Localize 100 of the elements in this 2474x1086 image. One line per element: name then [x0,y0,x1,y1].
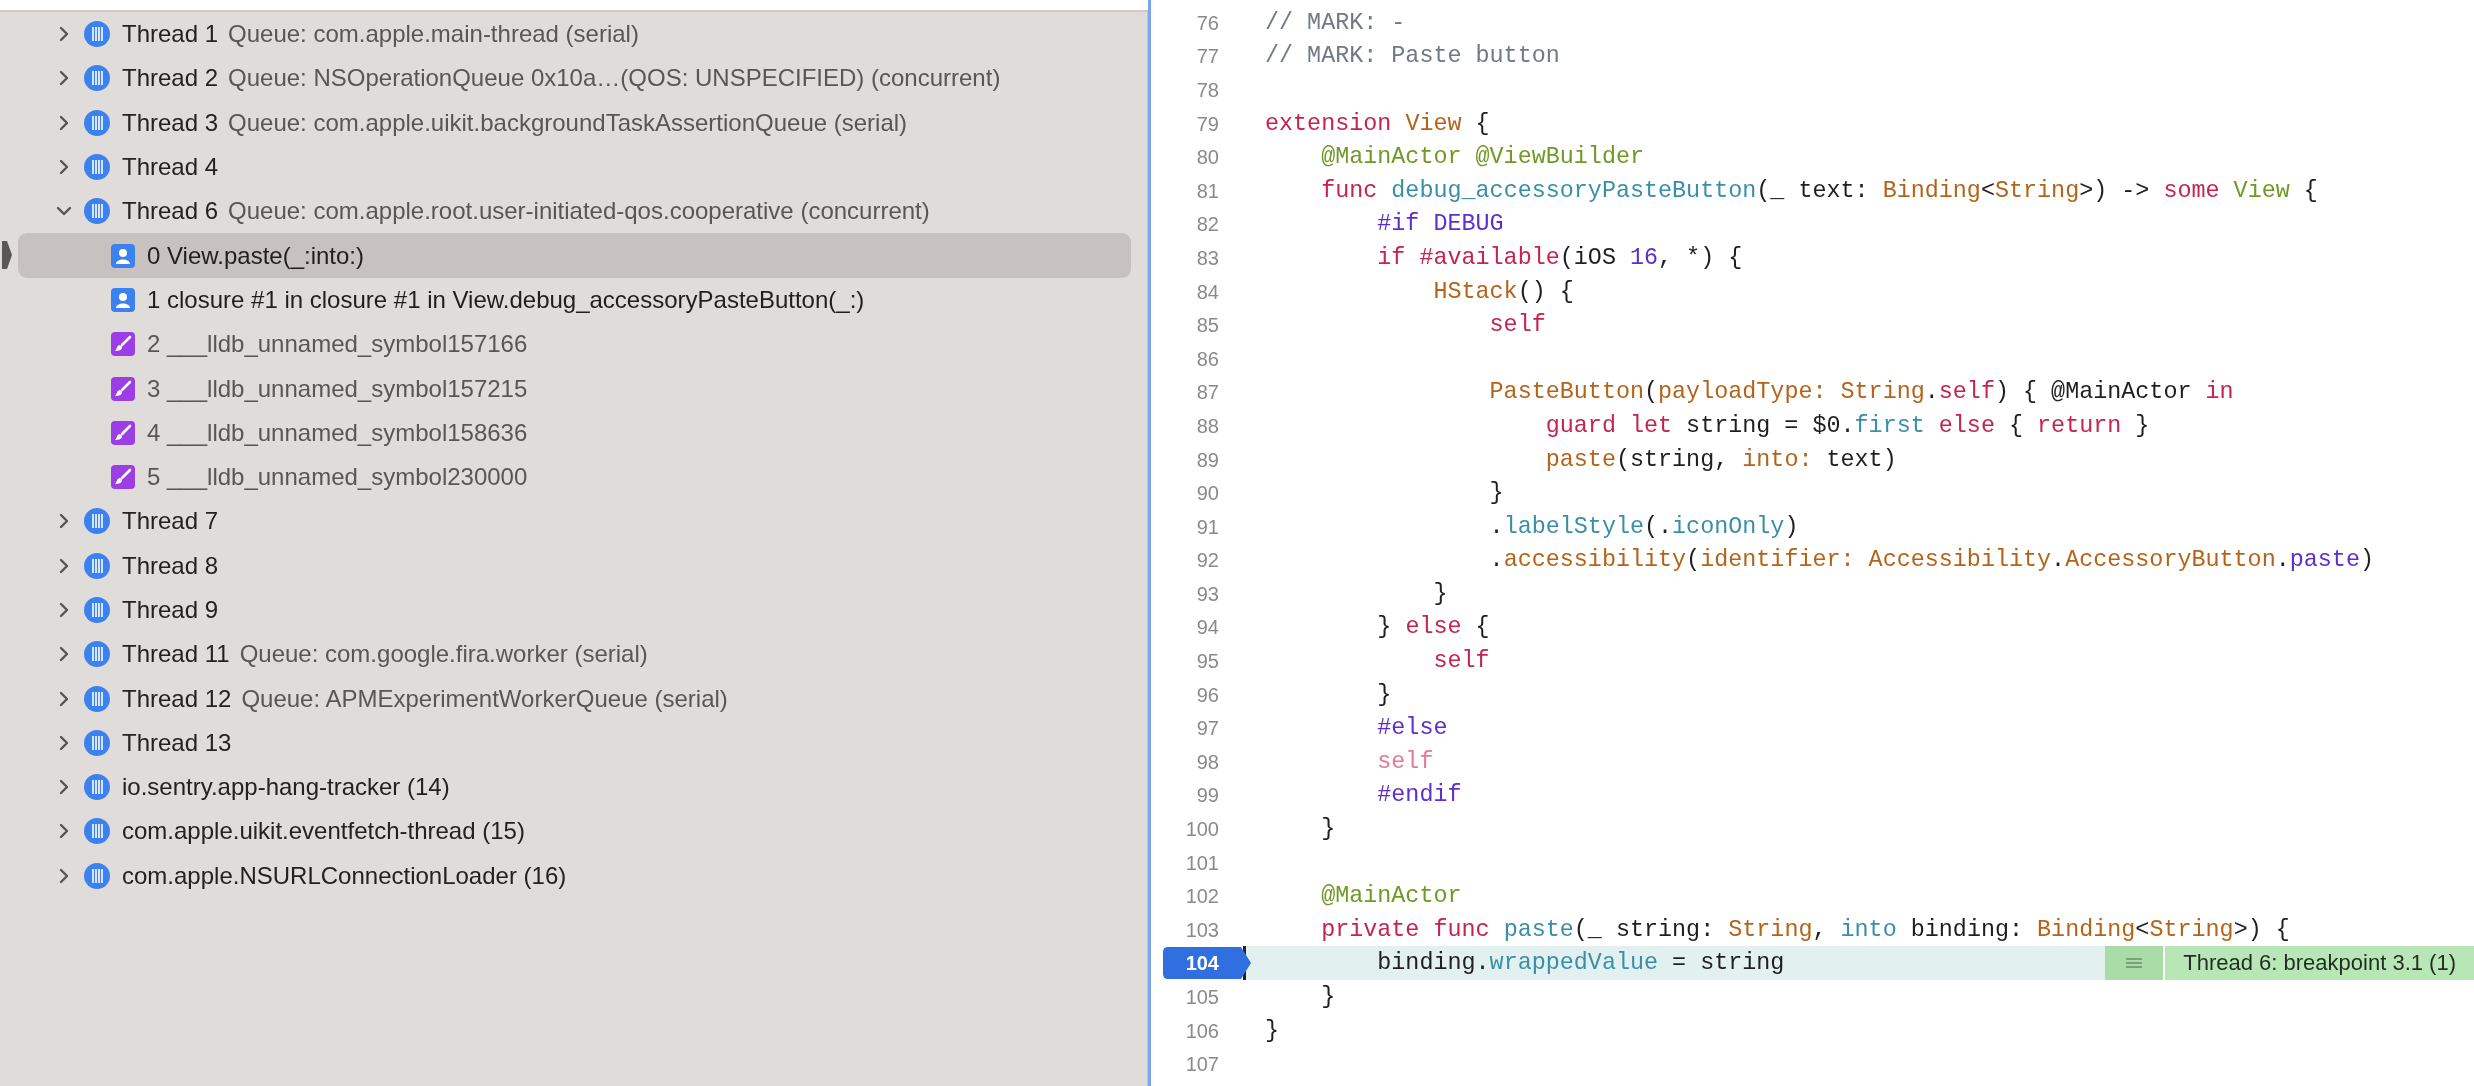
person-icon [111,287,135,312]
code-line: self [1488,311,1547,341]
thread-name[interactable]: Thread 7 [122,507,219,536]
line-number: 86 [1195,346,1220,372]
lines-icon [2105,946,2166,981]
brush-icon [111,420,135,445]
line-number: 79 [1195,111,1220,137]
line-number: 87 [1195,380,1220,406]
thread-icon [84,508,110,535]
thread-queue: Queue: com.apple.main-thread (serial) [228,20,639,49]
code-line: self [1376,747,1435,777]
thread-queue: Queue: APMExperimentWorkerQueue (serial) [241,684,728,713]
stack-frame[interactable]: 1 closure #1 in closure #1 in View.debug_accessoryPasteButton(_:) [18,277,1131,323]
code-line: extension View { [1264,109,1491,139]
line-number: 105 [1184,985,1220,1010]
line-number: 106 [1184,1018,1220,1044]
line-number: 98 [1195,749,1220,775]
code-line: } else { [1376,613,1491,643]
code-line: @MainActor @ViewBuilder [1320,143,1645,173]
thread-name[interactable]: com.apple.uikit.eventfetch-thread (15) [122,817,525,846]
code-line: if #available(iOS 16, *) { [1376,243,1744,273]
thread-name[interactable]: Thread 1 [122,20,219,49]
code-line: } [1488,479,1505,509]
thread-icon [84,685,110,712]
thread-icon [84,109,110,136]
line-number: 100 [1184,817,1220,843]
stack-frame[interactable]: 5 ___lldb_unnamed_symbol230000 [18,454,1131,500]
code-line: #endif [1376,781,1463,811]
thread-name[interactable]: Thread 2 [122,64,219,93]
code-line: func debug_accessoryPasteButton(_ text: Binding<String>) -> some View { [1320,176,2319,206]
thread-name[interactable]: Thread 3 [122,108,219,137]
thread-icon [84,21,110,48]
thread-name[interactable]: Thread 6 [122,197,219,226]
code-line: HStack() { [1432,277,1575,307]
thread-name[interactable]: Thread 8 [122,551,219,580]
line-number: 95 [1195,649,1220,675]
brush-icon [111,376,135,401]
thread-queue: Queue: com.apple.uikit.backgroundTaskAssertionQueue (serial) [228,108,908,137]
thread-icon [84,862,110,889]
thread-icon [84,65,110,92]
line-number: 103 [1184,917,1220,943]
line-number: 90 [1195,481,1220,507]
code-line: } [1376,680,1393,710]
line-number: 81 [1195,178,1220,204]
thread-icon [84,154,110,181]
line-number: 96 [1195,682,1220,708]
code-line: private func paste(_ string: String, into binding: Binding<String>) { [1320,915,2291,945]
thread-icon [84,641,110,668]
line-number: 91 [1195,514,1220,540]
line-number: 88 [1195,413,1220,439]
thread-icon [84,552,110,579]
line-number: 93 [1195,581,1220,607]
line-number: 99 [1195,783,1220,809]
brush-icon [111,465,135,490]
code-line: paste(string, into: text) [1544,445,1898,475]
line-number: 89 [1195,447,1220,473]
line-number: 76 [1195,10,1220,36]
stack-frame[interactable]: 2 ___lldb_unnamed_symbol157166 [18,322,1131,367]
thread-queue: Queue: com.apple.root.user-initiated-qos.cooperative (concurrent) [228,197,930,226]
code-line: } [1320,983,1337,1012]
thread-name[interactable]: Thread 9 [122,596,219,624]
thread-queue: Queue: NSOperationQueue 0x10a…(QOS: UNSPECIFIED) (concurrent) [228,64,1001,93]
code-line: // MARK: - [1264,8,1407,38]
thread-icon [84,597,110,623]
line-number: 80 [1195,145,1220,171]
code-line: .labelStyle(.iconOnly) [1488,512,1800,542]
code-line: #else [1376,714,1449,744]
code-line: // MARK: Paste button [1264,42,1561,72]
code-line: } [1432,579,1449,609]
thread-name[interactable]: Thread 12 [122,684,232,713]
thread-name[interactable]: com.apple.NSURLConnectionLoader (16) [122,861,567,890]
line-number: 97 [1195,716,1220,742]
line-number: 77 [1195,44,1220,70]
code-line: PasteButton(payloadType: String.self) { @MainActor in [1488,378,2235,408]
line-number: 85 [1195,313,1220,339]
line-number: 94 [1195,615,1220,641]
line-number: 102 [1184,884,1220,910]
code-line: } [1264,1016,1281,1046]
thread-name[interactable]: Thread 11 [122,640,230,669]
thread-name[interactable]: Thread 4 [122,153,219,182]
line-number: 83 [1195,245,1220,271]
program-counter-icon [2,241,12,270]
thread-icon [84,198,110,225]
code-line: .accessibility(identifier: Accessibility.AccessoryButton.paste) [1488,546,2375,576]
stack-frame[interactable]: 3 ___lldb_unnamed_symbol157215 [18,366,1131,411]
thread-icon [84,729,110,756]
line-number: 101 [1184,850,1220,876]
code-line: self [1432,647,1491,677]
line-number: 84 [1195,279,1220,305]
thread-queue: Queue: com.google.fira.worker (serial) [239,640,648,669]
line-number: 92 [1195,548,1220,574]
thread-name[interactable]: Thread 13 [122,728,232,757]
line-number: 78 [1195,78,1220,103]
code-line: guard let string = $0.first else { return } [1544,411,2151,441]
line-number: 107 [1184,1052,1220,1078]
person-icon [111,243,135,268]
stack-frame[interactable]: 4 ___lldb_unnamed_symbol158636 [18,410,1131,455]
breakpoint-annotation: Thread 6: breakpoint 3.1 (1) [2105,946,2474,981]
code-line: #if DEBUG [1376,210,1505,240]
thread-name[interactable]: io.sentry.app-hang-tracker (14) [122,773,450,802]
